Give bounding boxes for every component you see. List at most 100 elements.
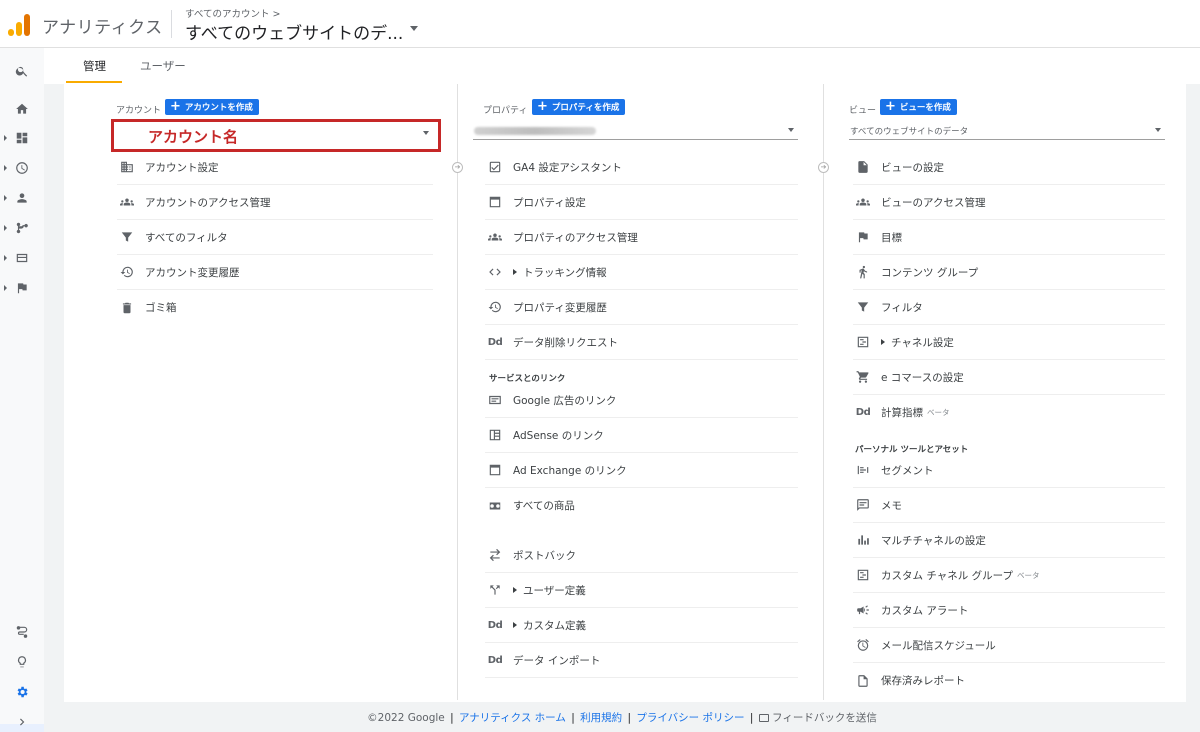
all-products-item[interactable]: すべての商品 bbox=[485, 488, 798, 523]
account-selector[interactable]: アカウント名 bbox=[111, 119, 441, 152]
view-column-label: ビュー bbox=[849, 106, 877, 116]
property-access-management-item[interactable]: プロパティのアクセス管理 bbox=[485, 220, 798, 255]
gear-icon[interactable] bbox=[10, 681, 34, 703]
channel-icon bbox=[853, 332, 873, 352]
account-name: アカウント名 bbox=[148, 128, 239, 146]
view-selector[interactable]: すべてのウェブサイトのデ... bbox=[185, 19, 403, 44]
google-ads-link-item[interactable]: Google 広告のリンク bbox=[485, 383, 798, 418]
history-icon bbox=[485, 297, 505, 317]
analytics-logo[interactable] bbox=[8, 12, 30, 36]
property-column-label: プロパティ bbox=[483, 106, 528, 116]
dd-icon: Dd bbox=[487, 336, 503, 348]
annotations-item[interactable]: メモ bbox=[853, 488, 1165, 523]
tab-user[interactable]: ユーザー bbox=[140, 58, 186, 74]
postback-icon bbox=[485, 545, 505, 565]
people-icon bbox=[485, 227, 505, 247]
goals-item[interactable]: 目標 bbox=[853, 220, 1165, 255]
expand-arrow-icon[interactable] bbox=[4, 255, 7, 261]
ad-exchange-link-item[interactable]: Ad Exchange のリンク bbox=[485, 453, 798, 488]
saved-reports-item[interactable]: 保存済みレポート bbox=[853, 663, 1165, 698]
calculated-metrics-item[interactable]: Dd 計算指標 ベータ bbox=[853, 395, 1165, 430]
custom-alerts-item[interactable]: カスタム アラート bbox=[853, 593, 1165, 628]
chevron-right-icon[interactable] bbox=[10, 711, 34, 732]
filter-icon bbox=[117, 227, 137, 247]
dashboard-icon[interactable] bbox=[10, 127, 34, 149]
view-selector-dropdown[interactable]: すべてのウェブサイトのデータ bbox=[849, 122, 1165, 140]
content-grouping-item[interactable]: コンテンツ グループ bbox=[853, 255, 1165, 290]
footer: ©2022 Google | アナリティクス ホーム | 利用規約 | プライバ… bbox=[367, 712, 877, 724]
expand-arrow-icon[interactable] bbox=[4, 225, 7, 231]
search-icon[interactable] bbox=[10, 60, 34, 82]
feedback-icon[interactable] bbox=[758, 714, 769, 722]
column-divider bbox=[823, 84, 824, 700]
feedback-link[interactable]: フィードバックを送信 bbox=[772, 712, 877, 724]
custom-channel-grouping-item[interactable]: カスタム チャネル グループ ベータ bbox=[853, 558, 1165, 593]
data-import-item[interactable]: Dd データ インポート bbox=[485, 643, 798, 678]
behavior-icon[interactable] bbox=[10, 247, 34, 269]
trash-item[interactable]: ゴミ箱 bbox=[117, 290, 433, 325]
chevron-down-icon bbox=[423, 131, 429, 135]
window-icon bbox=[485, 460, 505, 480]
view-settings-item[interactable]: ビューの設定 bbox=[853, 150, 1165, 185]
chevron-down-icon bbox=[1155, 128, 1161, 132]
header-divider bbox=[171, 10, 172, 38]
flag-icon[interactable] bbox=[10, 277, 34, 299]
expand-arrow-icon[interactable] bbox=[4, 165, 7, 171]
view-access-management-item[interactable]: ビューのアクセス管理 bbox=[853, 185, 1165, 220]
channel-settings-item[interactable]: チャネル設定 bbox=[853, 325, 1165, 360]
privacy-link[interactable]: プライバシー ポリシー bbox=[636, 712, 744, 724]
flag-icon bbox=[853, 227, 873, 247]
beta-badge: ベータ bbox=[927, 408, 950, 417]
tab-admin[interactable]: 管理 bbox=[83, 58, 106, 74]
segments-item[interactable]: セグメント bbox=[853, 453, 1165, 488]
expand-arrow-icon[interactable] bbox=[4, 285, 7, 291]
analytics-home-link[interactable]: アナリティクス ホーム bbox=[459, 712, 566, 724]
data-deletion-request-item[interactable]: Dd データ削除リクエスト bbox=[485, 325, 798, 360]
megaphone-icon bbox=[853, 600, 873, 620]
person-walk-icon bbox=[853, 262, 873, 282]
create-account-button[interactable]: + アカウントを作成 bbox=[165, 99, 259, 115]
clock-icon[interactable] bbox=[10, 157, 34, 179]
person-icon[interactable] bbox=[10, 187, 34, 209]
document-icon bbox=[853, 671, 873, 691]
multichannel-settings-item[interactable]: マルチチャネルの設定 bbox=[853, 523, 1165, 558]
expand-arrow-icon[interactable] bbox=[4, 195, 7, 201]
adsense-icon bbox=[485, 425, 505, 445]
property-change-history-item[interactable]: プロパティ変更履歴 bbox=[485, 290, 798, 325]
create-property-button[interactable]: + プロパティを作成 bbox=[532, 99, 626, 115]
route-icon[interactable] bbox=[10, 621, 34, 643]
expand-arrow-icon bbox=[881, 339, 885, 345]
ga4-setup-assistant-item[interactable]: GA4 設定アシスタント bbox=[485, 150, 798, 185]
create-view-button[interactable]: + ビューを作成 bbox=[880, 99, 957, 115]
account-access-management-item[interactable]: アカウントのアクセス管理 bbox=[117, 185, 433, 220]
chevron-down-icon[interactable] bbox=[410, 26, 418, 31]
expand-arrow-icon[interactable] bbox=[4, 135, 7, 141]
account-settings-item[interactable]: アカウント設定 bbox=[117, 150, 433, 185]
active-tab-indicator bbox=[66, 81, 122, 83]
user-definition-item[interactable]: ユーザー定義 bbox=[485, 573, 798, 608]
filter-item[interactable]: フィルタ bbox=[853, 290, 1165, 325]
account-change-history-item[interactable]: アカウント変更履歴 bbox=[117, 255, 433, 290]
postback-item[interactable]: ポストバック bbox=[485, 538, 798, 573]
acquisition-icon[interactable] bbox=[10, 217, 34, 239]
breadcrumb[interactable]: すべてのアカウント > bbox=[185, 6, 280, 20]
home-icon[interactable] bbox=[10, 98, 34, 120]
terms-link[interactable]: 利用規約 bbox=[580, 712, 622, 724]
trash-icon bbox=[117, 298, 137, 318]
tracking-info-item[interactable]: トラッキング情報 bbox=[485, 255, 798, 290]
custom-definition-item[interactable]: Dd カスタム定義 bbox=[485, 608, 798, 643]
lightbulb-icon[interactable] bbox=[10, 651, 34, 673]
property-settings-item[interactable]: プロパティ設定 bbox=[485, 185, 798, 220]
expand-arrow-icon bbox=[513, 269, 517, 275]
dd-icon: Dd bbox=[487, 619, 503, 631]
plus-icon: + bbox=[885, 99, 896, 114]
tab-bar: 管理 ユーザー bbox=[44, 48, 1200, 84]
adsense-link-item[interactable]: AdSense のリンク bbox=[485, 418, 798, 453]
ads-icon bbox=[485, 390, 505, 410]
all-filters-item[interactable]: すべてのフィルタ bbox=[117, 220, 433, 255]
expand-arrow-icon bbox=[513, 587, 517, 593]
scheduled-emails-item[interactable]: メール配信スケジュール bbox=[853, 628, 1165, 663]
ecommerce-settings-item[interactable]: e コマースの設定 bbox=[853, 360, 1165, 395]
app-title: アナリティクス bbox=[42, 18, 163, 38]
dd-icon: Dd bbox=[855, 407, 871, 418]
